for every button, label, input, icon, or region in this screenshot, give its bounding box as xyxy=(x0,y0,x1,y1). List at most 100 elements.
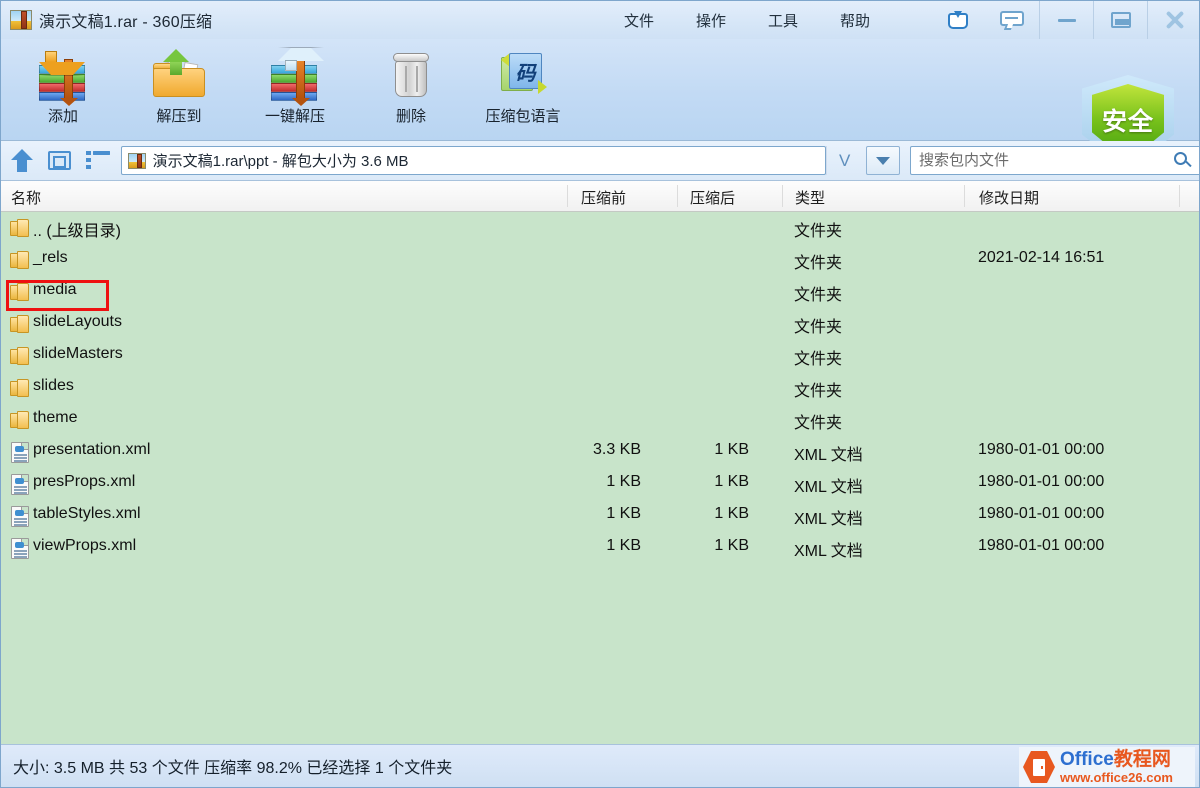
file-list[interactable]: .. (上级目录) 文件夹 _rels 文件夹 2021-02-14 16:51… xyxy=(1,212,1200,746)
table-row[interactable]: presProps.xml 1 KB 1 KB XML 文档 1980-01-0… xyxy=(1,468,1200,500)
rar-archive-icon xyxy=(10,10,32,30)
up-directory-button[interactable] xyxy=(5,146,39,176)
cell-name: _rels xyxy=(33,249,68,267)
toolbar-button-archive-language[interactable]: 码 压缩包语言 xyxy=(471,45,575,137)
minimize-button[interactable] xyxy=(1039,1,1093,39)
one-click-extract-icon xyxy=(265,45,325,101)
toolbar-button-delete[interactable]: 删除 xyxy=(359,45,463,137)
cell-type: 文件夹 xyxy=(794,281,842,305)
cell-type: XML 文档 xyxy=(794,537,863,561)
cell-name: viewProps.xml xyxy=(33,537,136,555)
table-row[interactable]: _rels 文件夹 2021-02-14 16:51 xyxy=(1,244,1200,276)
folder-icon xyxy=(10,283,30,301)
title-bar: 演示文稿1.rar - 360压缩 文件 操作 工具 帮助 xyxy=(1,1,1200,39)
toolbar-label-extract-to: 解压到 xyxy=(156,105,201,126)
toolbar-button-add[interactable]: 添加 xyxy=(11,45,115,137)
table-row[interactable]: viewProps.xml 1 KB 1 KB XML 文档 1980-01-0… xyxy=(1,532,1200,564)
column-divider[interactable] xyxy=(782,185,783,207)
cell-type: 文件夹 xyxy=(794,409,842,433)
list-view-icon xyxy=(86,151,110,170)
close-icon xyxy=(1164,9,1186,31)
window-controls xyxy=(931,1,1200,39)
path-text: 演示文稿1.rar\ppt - 解包大小为 3.6 MB xyxy=(153,150,409,171)
column-header-size-before[interactable]: 压缩前 xyxy=(581,187,626,208)
watermark-brand-cn: 教程网 xyxy=(1114,749,1171,770)
menu-bar: 文件 操作 工具 帮助 xyxy=(621,1,873,39)
path-v-button[interactable]: V xyxy=(826,146,862,175)
watermark-brand-en: Office xyxy=(1060,749,1114,770)
shirt-icon xyxy=(947,10,969,30)
search-box[interactable] xyxy=(910,146,1200,175)
cell-size-after: 1 KB xyxy=(669,537,749,555)
watermark-brand: Office教程网 xyxy=(1060,750,1173,769)
folder-icon xyxy=(10,315,30,333)
column-header-modified[interactable]: 修改日期 xyxy=(979,187,1039,208)
cell-name: theme xyxy=(33,409,77,427)
cell-name: slideLayouts xyxy=(33,313,122,331)
xml-file-icon xyxy=(11,538,29,559)
cell-modified: 1980-01-01 00:00 xyxy=(978,473,1104,491)
column-header-type[interactable]: 类型 xyxy=(795,187,825,208)
menu-action[interactable]: 操作 xyxy=(693,8,729,33)
column-header-size-after[interactable]: 压缩后 xyxy=(690,187,735,208)
cell-name: presentation.xml xyxy=(33,441,150,459)
status-bar: 大小: 3.5 MB 共 53 个文件 压缩率 98.2% 已经选择 1 个文件… xyxy=(1,744,1200,787)
extract-to-folder-icon xyxy=(149,45,209,101)
path-dropdown-button[interactable] xyxy=(866,146,900,175)
toolbar-button-extract-to[interactable]: 解压到 xyxy=(127,45,231,137)
archive-language-icon: 码 xyxy=(493,45,553,101)
table-row[interactable]: presentation.xml 3.3 KB 1 KB XML 文档 1980… xyxy=(1,436,1200,468)
table-row[interactable]: .. (上级目录) 文件夹 xyxy=(1,212,1200,244)
feedback-button[interactable] xyxy=(985,1,1039,39)
table-row-media[interactable]: media 文件夹 xyxy=(1,276,1200,308)
delete-trash-icon xyxy=(381,45,441,101)
table-row[interactable]: slides 文件夹 xyxy=(1,372,1200,404)
column-divider[interactable] xyxy=(1179,185,1180,207)
path-field[interactable]: 演示文稿1.rar\ppt - 解包大小为 3.6 MB xyxy=(121,146,827,175)
search-input[interactable] xyxy=(919,152,1174,169)
folder-icon xyxy=(10,411,30,429)
cell-name: media xyxy=(33,281,77,299)
table-row[interactable]: tableStyles.xml 1 KB 1 KB XML 文档 1980-01… xyxy=(1,500,1200,532)
add-to-archive-icon xyxy=(33,45,93,101)
cell-size-after: 1 KB xyxy=(669,505,749,523)
column-header-name[interactable]: 名称 xyxy=(11,187,41,208)
security-button-label: 安全 xyxy=(1102,102,1154,138)
close-button[interactable] xyxy=(1147,1,1200,39)
column-divider[interactable] xyxy=(677,185,678,207)
column-divider[interactable] xyxy=(964,185,965,207)
list-view-button[interactable] xyxy=(81,146,115,176)
folder-icon xyxy=(10,219,30,237)
view-mode-button[interactable] xyxy=(43,146,77,176)
cell-modified: 1980-01-01 00:00 xyxy=(978,537,1104,555)
cell-type: 文件夹 xyxy=(794,345,842,369)
table-row[interactable]: slideMasters 文件夹 xyxy=(1,340,1200,372)
status-text: 大小: 3.5 MB 共 53 个文件 压缩率 98.2% 已经选择 1 个文件… xyxy=(13,754,452,778)
cell-type: 文件夹 xyxy=(794,249,842,273)
cell-modified: 1980-01-01 00:00 xyxy=(978,441,1104,459)
rar-archive-icon xyxy=(128,153,146,169)
maximize-button[interactable] xyxy=(1093,1,1147,39)
cell-type: XML 文档 xyxy=(794,441,863,465)
menu-help[interactable]: 帮助 xyxy=(837,8,873,33)
cell-size-before: 1 KB xyxy=(551,537,641,555)
cell-size-before: 3.3 KB xyxy=(551,441,641,459)
table-row[interactable]: theme 文件夹 xyxy=(1,404,1200,436)
menu-tools[interactable]: 工具 xyxy=(765,8,801,33)
skin-button[interactable] xyxy=(931,1,985,39)
xml-file-icon xyxy=(11,506,29,527)
cell-type: 文件夹 xyxy=(794,377,842,401)
cell-name: presProps.xml xyxy=(33,473,135,491)
office-logo-icon xyxy=(1023,750,1055,784)
toolbar: 添加 解压到 一键解压 删除 xyxy=(1,39,1200,141)
toolbar-button-one-click-extract[interactable]: 一键解压 xyxy=(243,45,347,137)
cell-modified: 2021-02-14 16:51 xyxy=(978,249,1104,267)
table-row[interactable]: slideLayouts 文件夹 xyxy=(1,308,1200,340)
column-divider[interactable] xyxy=(567,185,568,207)
xml-file-icon xyxy=(11,474,29,495)
menu-file[interactable]: 文件 xyxy=(621,8,657,33)
cell-name: slides xyxy=(33,377,74,395)
cell-size-before: 1 KB xyxy=(551,505,641,523)
watermark: Office教程网 www.office26.com xyxy=(1019,747,1195,787)
search-icon[interactable] xyxy=(1174,152,1192,170)
